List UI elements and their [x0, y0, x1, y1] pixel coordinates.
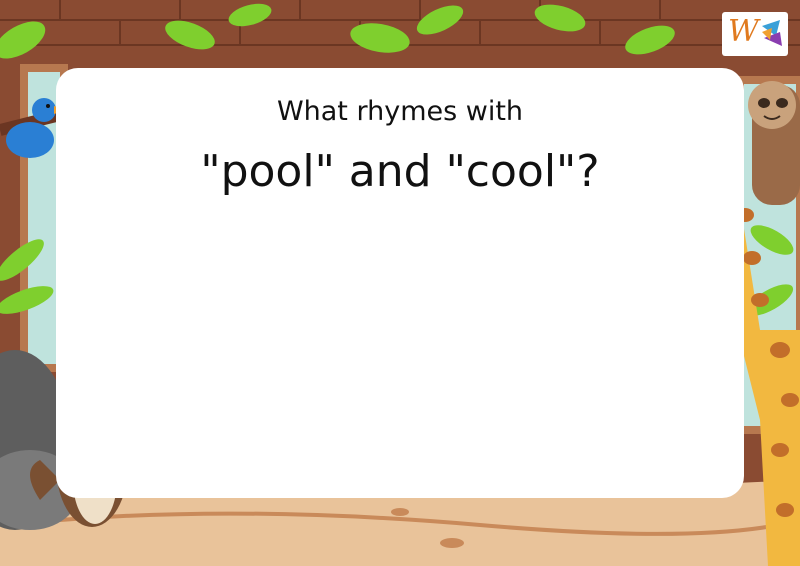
sloth-icon — [748, 81, 800, 205]
question-line-2: "pool" and "cool"? — [200, 146, 600, 197]
worksheet-logo-icon: W — [722, 12, 788, 56]
question-line-1: What rhymes with — [276, 96, 524, 127]
question-card: What rhymes with "pool" and "cool"? — [56, 68, 744, 498]
